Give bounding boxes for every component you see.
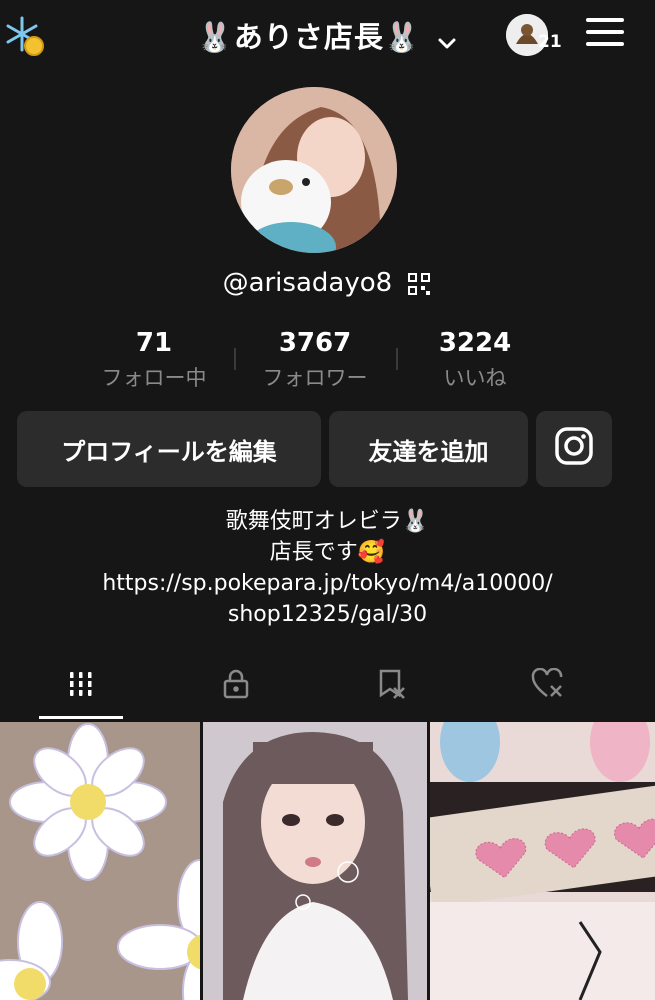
- video-grid: [0, 722, 655, 1000]
- stat-divider: [396, 348, 398, 370]
- profile-handle-row: @arisadayo8: [0, 268, 655, 298]
- bio-link[interactable]: https://sp.pokepara.jp/tokyo/m4/a10000/: [0, 568, 655, 599]
- tab-liked[interactable]: [529, 666, 569, 706]
- stat-likes[interactable]: 3224 いいね: [395, 328, 555, 392]
- profile-avatar[interactable]: [231, 87, 397, 253]
- liked-heart-icon: [531, 667, 567, 704]
- following-count: 71: [135, 328, 173, 358]
- stat-followers[interactable]: 3767 フォロワー: [235, 328, 395, 392]
- followers-count: 3767: [278, 328, 352, 358]
- video-thumbnail[interactable]: [430, 722, 655, 1000]
- content-tabs: [0, 658, 655, 720]
- top-bar: 🐰ありさ店長🐰 21: [0, 0, 655, 72]
- video-thumbnail[interactable]: [0, 722, 200, 1000]
- menu-hamburger-icon[interactable]: [586, 18, 624, 52]
- notification-count: 21: [538, 32, 562, 52]
- instagram-icon: [554, 426, 594, 472]
- chevron-down-icon: [436, 28, 458, 50]
- bio-line: 歌舞伎町オレビラ🐰: [225, 509, 430, 534]
- bookmark-icon: [376, 668, 410, 704]
- profile-handle: @arisadayo8: [222, 268, 393, 298]
- instagram-button[interactable]: [536, 411, 612, 487]
- stat-divider: [234, 348, 236, 370]
- tab-private[interactable]: [216, 666, 256, 706]
- qr-code-icon[interactable]: [406, 271, 432, 297]
- following-label: フォロー中: [101, 366, 207, 390]
- lock-icon: [220, 668, 252, 704]
- bio-link[interactable]: shop12325/gal/30: [0, 599, 655, 630]
- edit-profile-button[interactable]: プロフィールを編集: [17, 411, 321, 487]
- add-friend-button[interactable]: 友達を追加: [329, 411, 528, 487]
- likes-label: いいね: [443, 366, 507, 390]
- profile-stats: 71 フォロー中 3767 フォロワー 3224 いいね: [0, 328, 655, 392]
- stat-following[interactable]: 71 フォロー中: [74, 328, 234, 392]
- tab-videos[interactable]: [61, 666, 101, 706]
- followers-label: フォロワー: [262, 366, 368, 390]
- profile-bio: 歌舞伎町オレビラ🐰 店長です🥰 https://sp.pokepara.jp/t…: [0, 506, 655, 630]
- tab-saved[interactable]: [373, 666, 413, 706]
- active-tab-indicator: [39, 716, 123, 719]
- account-title: 🐰ありさ店長🐰: [196, 20, 422, 54]
- grid-icon: [66, 669, 96, 703]
- video-thumbnail[interactable]: [203, 722, 427, 1000]
- bio-line: 店長です🥰: [269, 540, 386, 565]
- likes-count: 3224: [438, 328, 512, 358]
